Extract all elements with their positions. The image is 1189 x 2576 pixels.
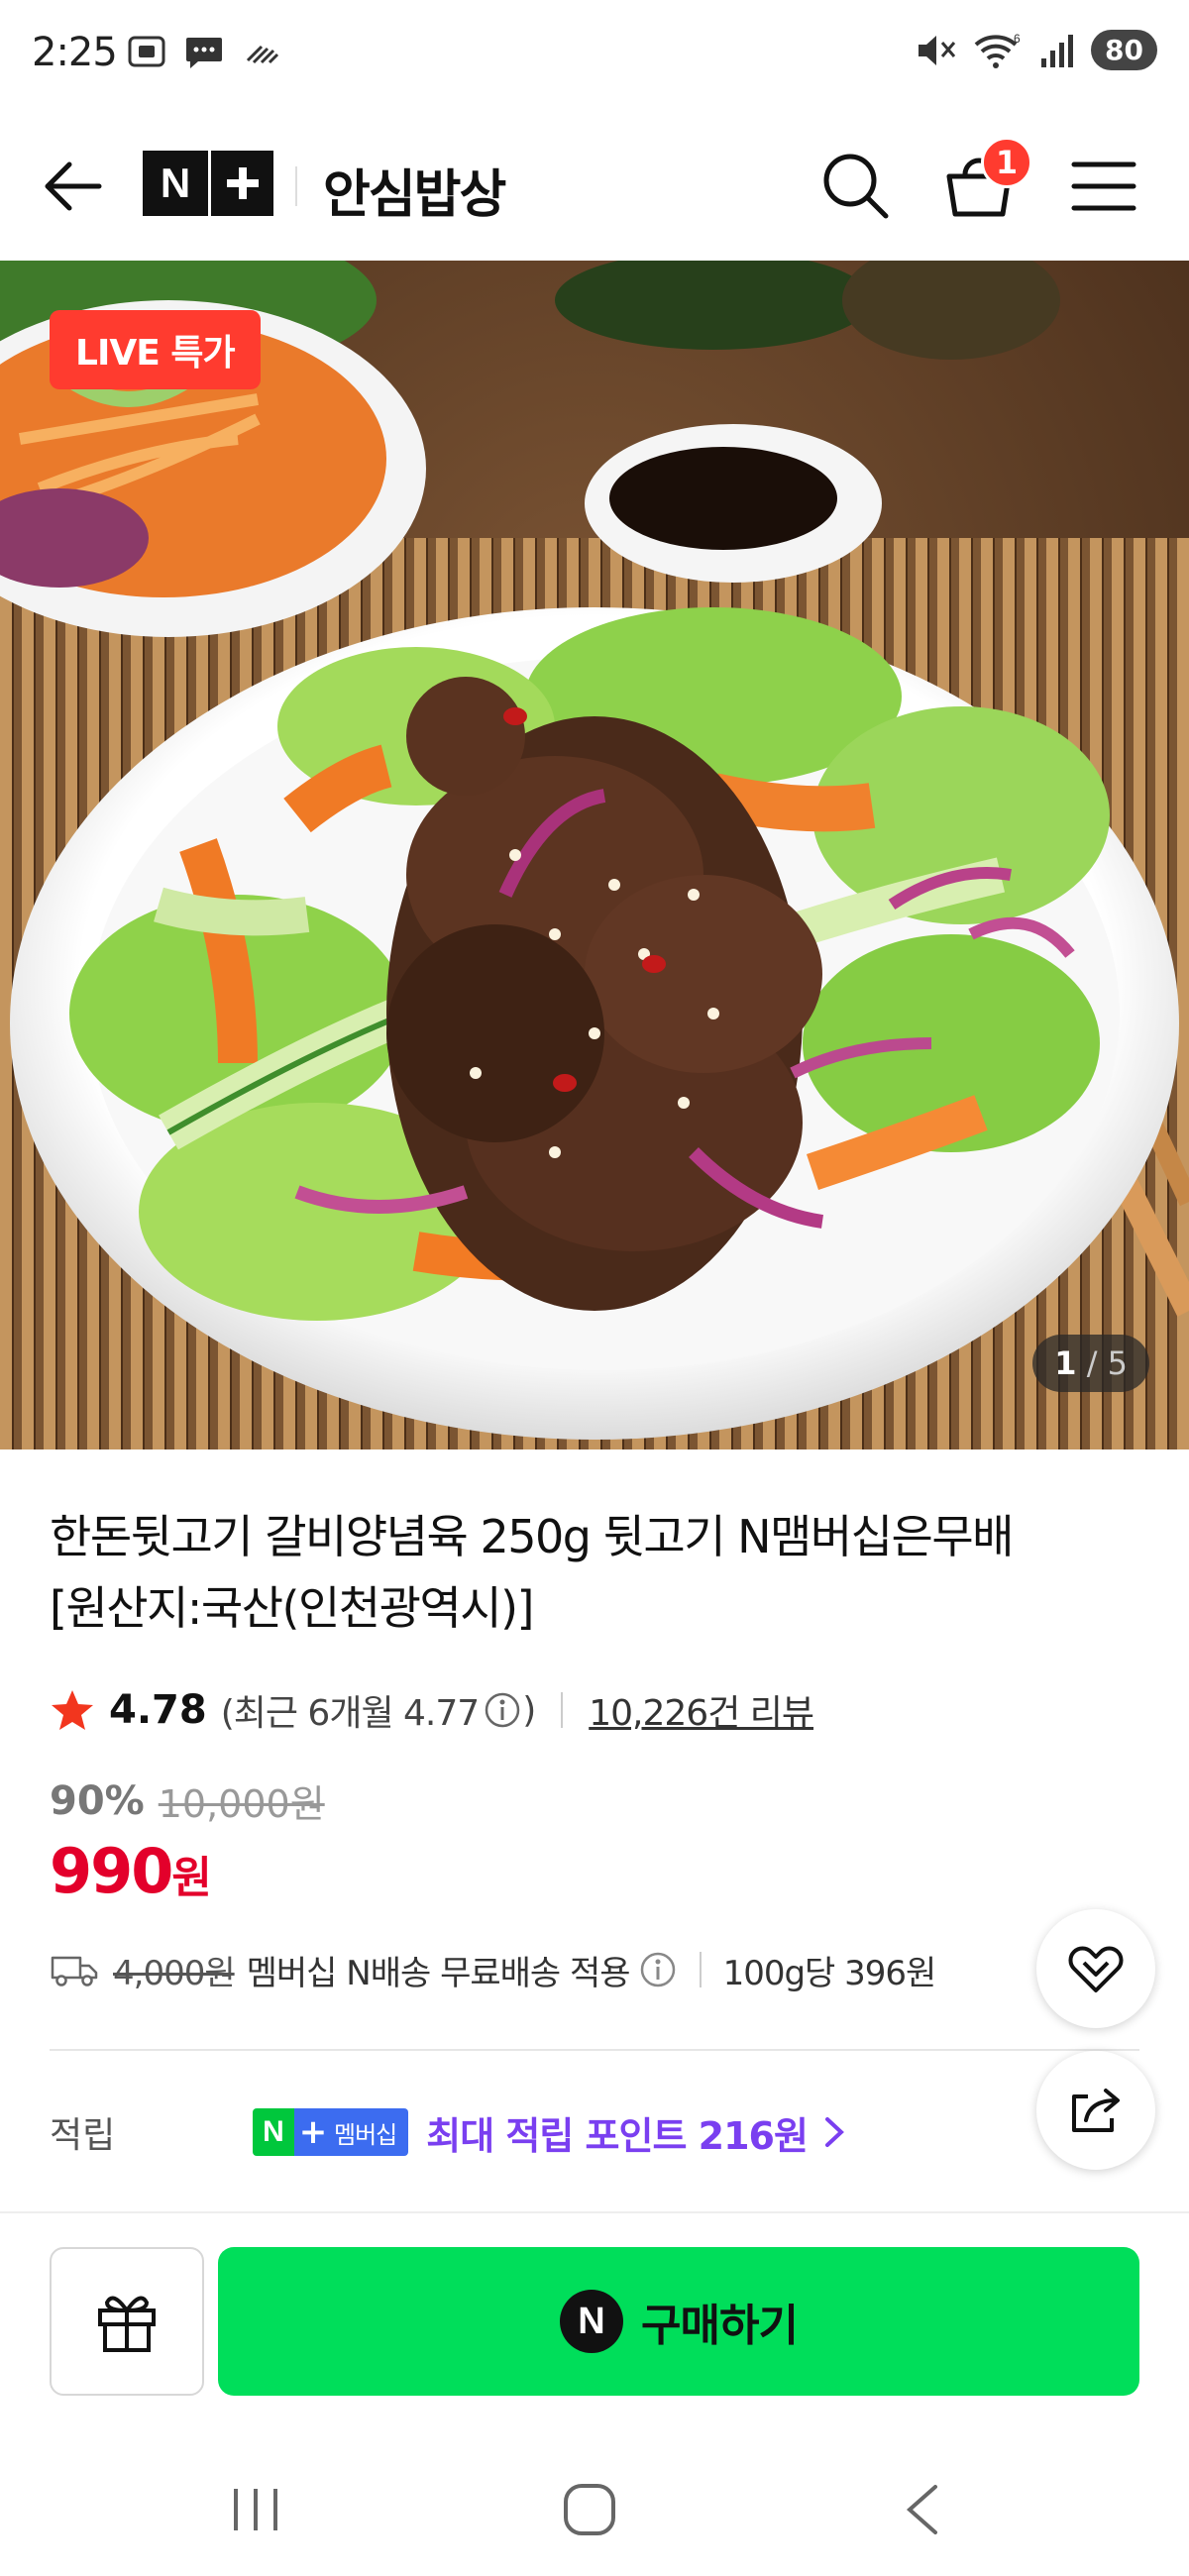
sale-price-row: 990 원 <box>50 1835 212 1907</box>
search-button[interactable] <box>818 149 894 224</box>
original-price: 10,000원 <box>158 1782 325 1826</box>
wifi-calling-icon <box>246 45 279 64</box>
message-icon <box>186 38 222 68</box>
chevron-right-icon <box>824 2117 844 2147</box>
image-page-indicator: 1 / 5 <box>1032 1335 1149 1392</box>
shipping-info-icon[interactable] <box>638 1950 678 1989</box>
max-points-text: 최대 적립 포인트 216원 <box>426 2113 809 2158</box>
home-icon <box>564 2484 615 2535</box>
wifi-6-icon: 6 <box>974 32 1021 68</box>
wishlist-button[interactable] <box>1036 1909 1155 2028</box>
product-title-line-1: 한돈뒷고기 갈비양념육 250g 뒷고기 N맴버십은무배 <box>50 1510 1014 1563</box>
buy-label: 구매하기 <box>641 2301 799 2351</box>
share-button[interactable] <box>1036 2051 1155 2170</box>
arrow-left-icon <box>45 161 102 211</box>
recent-apps-icon <box>234 2489 277 2530</box>
rating-row: 4.78 (최근 6개월 4.77 ) 10,226건 리뷰 <box>50 1682 814 1738</box>
membership-badge: N + 멤버십 <box>253 2108 409 2156</box>
product-photo <box>0 261 1189 1449</box>
buy-button[interactable]: N 구매하기 <box>218 2247 1139 2396</box>
truck-icon <box>51 1956 98 1986</box>
naver-n-icon: N <box>560 2290 624 2353</box>
discount-percent: 90% <box>50 1777 145 1824</box>
recent-rating-close: ) <box>522 1689 536 1731</box>
sale-price-unit: 원 <box>171 1853 212 1903</box>
gift-button[interactable] <box>50 2247 204 2396</box>
mute-icon <box>919 35 956 65</box>
unit-price: 100g당 396원 <box>722 1953 937 1993</box>
home-button[interactable] <box>561 2481 618 2538</box>
shipping-row: 4,000원 멤버십 N배송 무료배송 적용 100g당 396원 <box>50 1942 937 1997</box>
shipping-text: 멤버십 N배송 무료배송 적용 <box>246 1953 631 1993</box>
logo-divider <box>295 166 297 206</box>
bottom-bar-divider <box>0 2211 1189 2213</box>
page-separator: / <box>1086 1344 1098 1382</box>
plus-icon <box>208 151 273 216</box>
menu-button[interactable] <box>1068 155 1139 218</box>
section-divider <box>50 2049 1139 2051</box>
cart-count-badge: 1 <box>981 137 1032 188</box>
discount-row: 90% 10,000원 <box>50 1773 325 1828</box>
star-icon <box>52 1690 93 1730</box>
live-special-badge: LIVE 특가 <box>50 310 261 389</box>
membership-badge-plus: + <box>294 2108 332 2156</box>
shipping-divider <box>699 1952 702 1987</box>
share-icon <box>1072 2089 1120 2132</box>
system-back-button[interactable] <box>900 2481 945 2538</box>
hamburger-menu-icon <box>1071 161 1136 211</box>
store-title[interactable]: 안심밥상 <box>323 153 506 227</box>
battery-indicator: 80 <box>1091 30 1157 70</box>
search-icon <box>823 154 889 219</box>
status-left-icons <box>127 34 281 69</box>
recent-apps-button[interactable] <box>226 2485 285 2534</box>
sale-price: 990 <box>50 1835 173 1907</box>
rating-score: 4.78 <box>109 1687 207 1733</box>
app-header: N 안심밥상 1 <box>0 129 1189 243</box>
logo-n-letter: N <box>160 160 191 206</box>
signal-icon <box>1041 34 1074 67</box>
nplus-logo[interactable]: N <box>143 151 273 216</box>
heart-icon <box>1068 1946 1124 1992</box>
page-total: 5 <box>1107 1344 1128 1382</box>
review-count-link[interactable]: 10,226건 리뷰 <box>589 1684 814 1736</box>
status-right-icons: 6 80 <box>915 30 1157 70</box>
status-bar: 2:25 6 80 <box>0 0 1189 114</box>
status-time: 2:25 <box>32 30 118 75</box>
points-row[interactable]: 적립 N + 멤버십 최대 적립 포인트 216원 <box>50 2100 847 2164</box>
product-title-line-2: [원산지:국산(인천광역시)] <box>50 1581 534 1635</box>
product-image-carousel[interactable]: LIVE 특가 1 / 5 <box>0 261 1189 1449</box>
membership-badge-text: 멤버십 <box>332 2108 409 2156</box>
product-title: 한돈뒷고기 갈비양념육 250g 뒷고기 N맴버십은무배 [원산지:국산(인천광… <box>50 1501 1139 1644</box>
recent-rating: (최근 6개월 4.77 ) <box>220 1684 537 1736</box>
screenshot-icon <box>128 36 165 67</box>
gift-icon <box>98 2296 156 2352</box>
shipping-original-fee: 4,000원 <box>113 1953 236 1993</box>
page-current: 1 <box>1054 1344 1077 1382</box>
info-icon[interactable] <box>483 1690 522 1730</box>
back-button[interactable] <box>40 151 111 222</box>
recent-rating-text: (최근 6개월 4.77 <box>220 1693 480 1734</box>
rating-divider <box>561 1692 564 1728</box>
membership-badge-n: N <box>253 2108 294 2156</box>
chevron-left-icon <box>906 2485 937 2534</box>
svg-text:6: 6 <box>1014 32 1021 46</box>
system-nav-bar <box>0 2437 1189 2576</box>
points-label: 적립 <box>50 2115 116 2156</box>
